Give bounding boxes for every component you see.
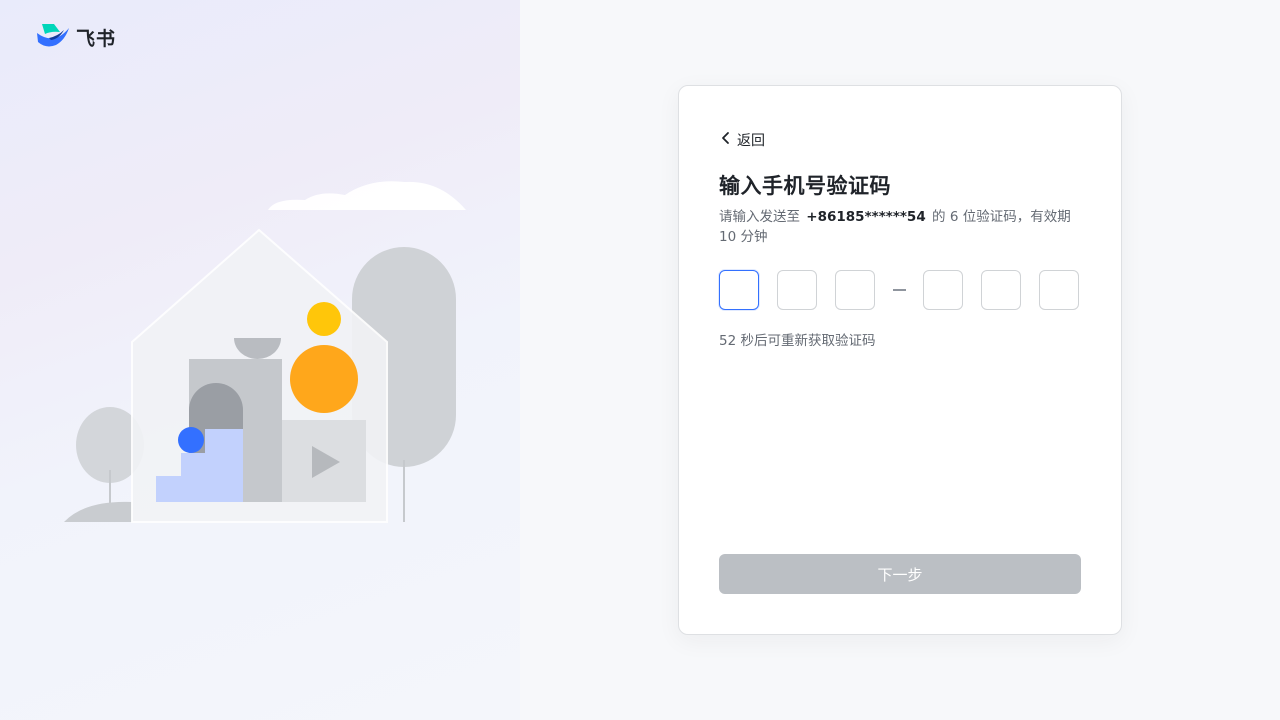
page-title: 输入手机号验证码	[719, 174, 891, 198]
verification-code-input	[719, 270, 1079, 310]
login-panel: 返回 输入手机号验证码 请输入发送至 +86185******54 的 6 位验…	[520, 0, 1280, 720]
back-button[interactable]: 返回	[719, 130, 765, 150]
illustration-panel: 飞书	[0, 0, 520, 720]
code-separator	[875, 289, 923, 291]
chevron-left-icon	[719, 131, 733, 149]
next-step-button[interactable]: 下一步	[719, 554, 1081, 594]
house-illustration	[64, 181, 466, 523]
description-prefix: 请输入发送至	[719, 209, 800, 225]
back-label: 返回	[737, 133, 765, 149]
code-digit-4[interactable]	[923, 270, 963, 310]
verification-card: 返回 输入手机号验证码 请输入发送至 +86185******54 的 6 位验…	[678, 85, 1122, 635]
brand: 飞书	[36, 22, 116, 52]
resend-countdown: 52 秒后可重新获取验证码	[719, 333, 876, 349]
brand-name: 飞书	[76, 27, 117, 50]
code-digit-5[interactable]	[981, 270, 1021, 310]
code-digit-3[interactable]	[835, 270, 875, 310]
code-digit-2[interactable]	[777, 270, 817, 310]
feishu-logo-icon	[36, 22, 70, 52]
code-digit-1[interactable]	[719, 270, 759, 310]
verification-description: 请输入发送至 +86185******54 的 6 位验证码，有效期 10 分钟	[719, 207, 1083, 247]
masked-phone-number: +86185******54	[806, 209, 926, 225]
code-digit-6[interactable]	[1039, 270, 1079, 310]
